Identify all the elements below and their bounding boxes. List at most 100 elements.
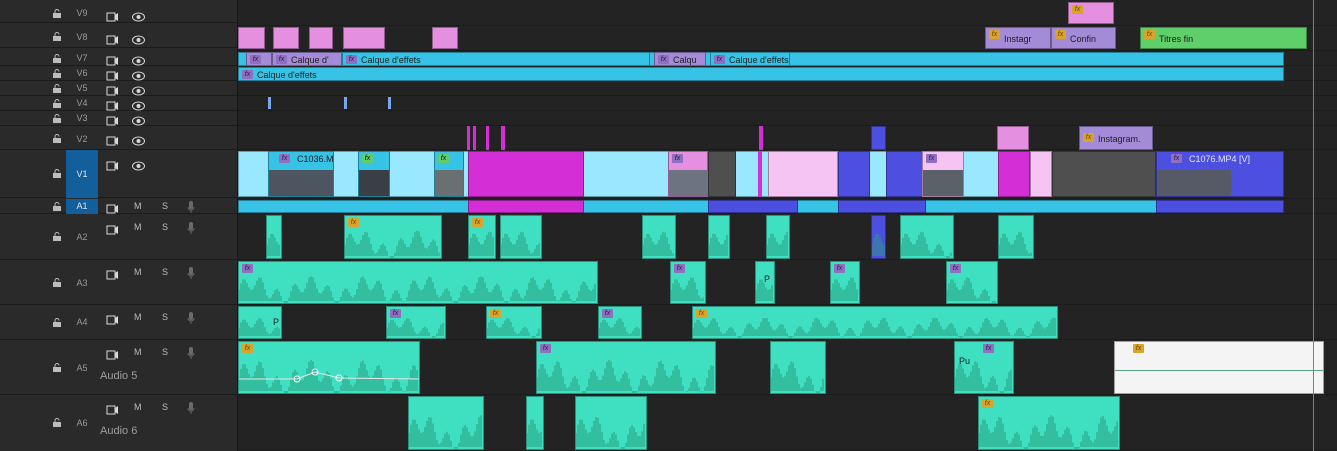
clip-v1[interactable] xyxy=(838,151,870,197)
lane-v4[interactable] xyxy=(238,96,1337,111)
clip-a2[interactable]: fx xyxy=(344,215,442,259)
track-id[interactable]: A3 xyxy=(66,273,98,293)
clip-v4-marker[interactable] xyxy=(388,97,391,109)
sync-lock-icon[interactable] xyxy=(106,222,118,235)
mute-button[interactable]: M xyxy=(134,312,142,322)
lock-icon[interactable] xyxy=(52,169,62,178)
sync-lock-icon[interactable] xyxy=(106,9,118,22)
clip-a2[interactable] xyxy=(708,215,730,259)
sync-lock-icon[interactable] xyxy=(106,267,118,280)
clip-v1[interactable] xyxy=(886,151,926,197)
track-id[interactable]: V8 xyxy=(66,27,98,47)
clip-a2[interactable] xyxy=(500,215,542,259)
clip-a2[interactable] xyxy=(998,215,1034,259)
lock-icon[interactable] xyxy=(52,99,62,108)
clip-v8[interactable] xyxy=(343,27,385,49)
clip-v1[interactable] xyxy=(758,151,762,197)
clip-v9[interactable]: fx xyxy=(1068,2,1114,24)
clip-v8[interactable] xyxy=(309,27,333,49)
solo-button[interactable]: S xyxy=(162,222,168,232)
clip-v7[interactable]: fx xyxy=(246,52,272,66)
eye-icon[interactable] xyxy=(132,32,145,45)
clip-a4[interactable]: fx xyxy=(692,306,1058,339)
solo-button[interactable]: S xyxy=(162,201,168,211)
clip-a2[interactable] xyxy=(766,215,790,259)
clip-v2-instagram[interactable]: fx Instagram. xyxy=(1079,126,1153,150)
clip-v1[interactable]: fx xyxy=(434,151,464,197)
clip-v1-c1076[interactable]: fx C1076.MP4 [V] xyxy=(1156,151,1284,197)
clip-a3[interactable]: P xyxy=(755,261,775,304)
clip-a5-selected[interactable]: fx xyxy=(1114,341,1324,394)
eye-icon[interactable] xyxy=(132,158,145,171)
clip-v1-magenta[interactable] xyxy=(468,151,584,197)
mute-button[interactable]: M xyxy=(134,347,142,357)
eye-icon[interactable] xyxy=(132,133,145,146)
track-id[interactable]: A6 xyxy=(66,413,98,433)
clip-v2[interactable] xyxy=(467,126,470,150)
clip-v7-calque-2[interactable]: fx Calque d'effets xyxy=(342,52,650,66)
lane-v2[interactable] xyxy=(238,126,1337,150)
lane-v5[interactable] xyxy=(238,81,1337,96)
clip-v8-confin[interactable]: fx Confin xyxy=(1051,27,1116,49)
clip-a4[interactable]: fx xyxy=(386,306,446,339)
clip-v2[interactable] xyxy=(759,126,763,150)
sync-lock-icon[interactable] xyxy=(106,53,118,66)
clip-a2[interactable]: fx xyxy=(468,215,496,259)
clip-v2[interactable] xyxy=(871,126,886,150)
clip-v2[interactable] xyxy=(473,126,476,150)
mic-icon[interactable] xyxy=(187,200,195,213)
clip-v7-calque-4[interactable]: fx Calque d'effets xyxy=(710,52,790,66)
solo-button[interactable]: S xyxy=(162,312,168,322)
clip-a3[interactable]: fx xyxy=(238,261,598,304)
lock-icon[interactable] xyxy=(52,363,62,372)
lane-a6[interactable] xyxy=(238,395,1337,451)
track-id[interactable]: A1 xyxy=(66,199,98,214)
clip-v1[interactable] xyxy=(1030,151,1052,197)
clip-v6-calque[interactable]: fx Calque d'effets xyxy=(238,67,1284,81)
clip-a5[interactable] xyxy=(770,341,826,394)
mic-icon[interactable] xyxy=(187,311,195,324)
solo-button[interactable]: S xyxy=(162,267,168,277)
mic-icon[interactable] xyxy=(187,266,195,279)
volume-keyframes[interactable] xyxy=(239,342,420,394)
lock-icon[interactable] xyxy=(52,69,62,78)
track-id[interactable]: V2 xyxy=(66,129,98,149)
clip-v2[interactable] xyxy=(486,126,489,150)
eye-icon[interactable] xyxy=(132,83,145,96)
sync-lock-icon[interactable] xyxy=(106,312,118,325)
clip-a1[interactable] xyxy=(468,200,584,213)
clip-v7-calque-1[interactable]: fx Calque d' xyxy=(272,52,342,66)
lock-icon[interactable] xyxy=(52,232,62,241)
eye-icon[interactable] xyxy=(132,53,145,66)
clip-a2[interactable] xyxy=(266,215,282,259)
track-id[interactable]: A2 xyxy=(66,227,98,247)
sync-lock-icon[interactable] xyxy=(106,201,118,214)
track-id[interactable]: V9 xyxy=(66,3,98,23)
clip-v1[interactable]: fx xyxy=(668,151,708,197)
lock-icon[interactable] xyxy=(52,278,62,287)
timeline-area[interactable]: fx fx Instagr fx Confin fx Titres fin fx fx… xyxy=(238,0,1337,451)
clip-a6[interactable] xyxy=(575,396,647,450)
clip-a4[interactable]: fx xyxy=(486,306,542,339)
eye-icon[interactable] xyxy=(132,98,145,111)
lock-icon[interactable] xyxy=(52,318,62,327)
sync-lock-icon[interactable] xyxy=(106,133,118,146)
clip-v1-c1036[interactable]: fx C1036.M xyxy=(268,151,334,197)
clip-a5[interactable]: fx xyxy=(238,341,420,394)
clip-a4[interactable]: P xyxy=(238,306,282,339)
lock-icon[interactable] xyxy=(52,134,62,143)
eye-icon[interactable] xyxy=(132,9,145,22)
clip-a6[interactable]: fx xyxy=(978,396,1120,450)
clip-v7-calque-3[interactable]: fx Calqu xyxy=(654,52,706,66)
clip-a3[interactable]: fx xyxy=(830,261,860,304)
eye-icon[interactable] xyxy=(132,113,145,126)
mute-button[interactable]: M xyxy=(134,402,142,412)
clip-a3[interactable]: fx xyxy=(946,261,998,304)
sync-lock-icon[interactable] xyxy=(106,347,118,360)
clip-a6[interactable] xyxy=(408,396,484,450)
lock-icon[interactable] xyxy=(52,54,62,63)
clip-v1[interactable] xyxy=(708,151,736,197)
track-name[interactable]: Audio 6 xyxy=(100,425,137,437)
lock-icon[interactable] xyxy=(52,9,62,18)
track-id[interactable]: A5 xyxy=(66,358,98,378)
